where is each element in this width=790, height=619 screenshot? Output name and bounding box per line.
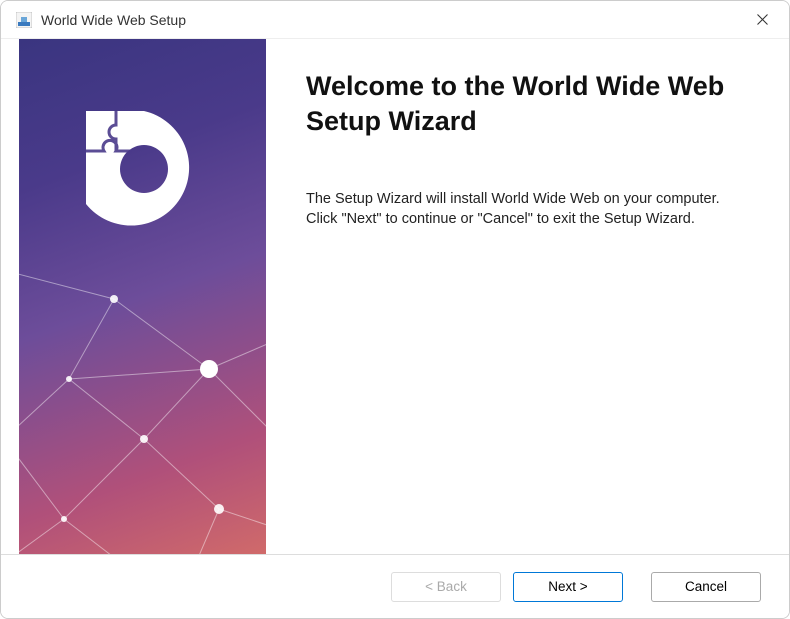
wizard-heading: Welcome to the World Wide Web Setup Wiza… bbox=[306, 69, 749, 139]
installer-window: World Wide Web Setup bbox=[0, 0, 790, 619]
close-button[interactable] bbox=[739, 1, 785, 39]
wizard-main: Welcome to the World Wide Web Setup Wiza… bbox=[266, 39, 789, 554]
next-button[interactable]: Next > bbox=[513, 572, 623, 602]
titlebar: World Wide Web Setup bbox=[1, 1, 789, 39]
wizard-body-text: The Setup Wizard will install World Wide… bbox=[306, 189, 749, 230]
app-icon bbox=[15, 11, 33, 29]
content-area: Welcome to the World Wide Web Setup Wiza… bbox=[1, 39, 789, 554]
installer-logo-icon bbox=[86, 111, 189, 226]
wizard-banner bbox=[19, 39, 266, 554]
cancel-button[interactable]: Cancel bbox=[651, 572, 761, 602]
wizard-footer: < Back Next > Cancel bbox=[1, 554, 789, 618]
window-title: World Wide Web Setup bbox=[41, 12, 739, 28]
back-button: < Back bbox=[391, 572, 501, 602]
close-icon bbox=[757, 14, 768, 25]
